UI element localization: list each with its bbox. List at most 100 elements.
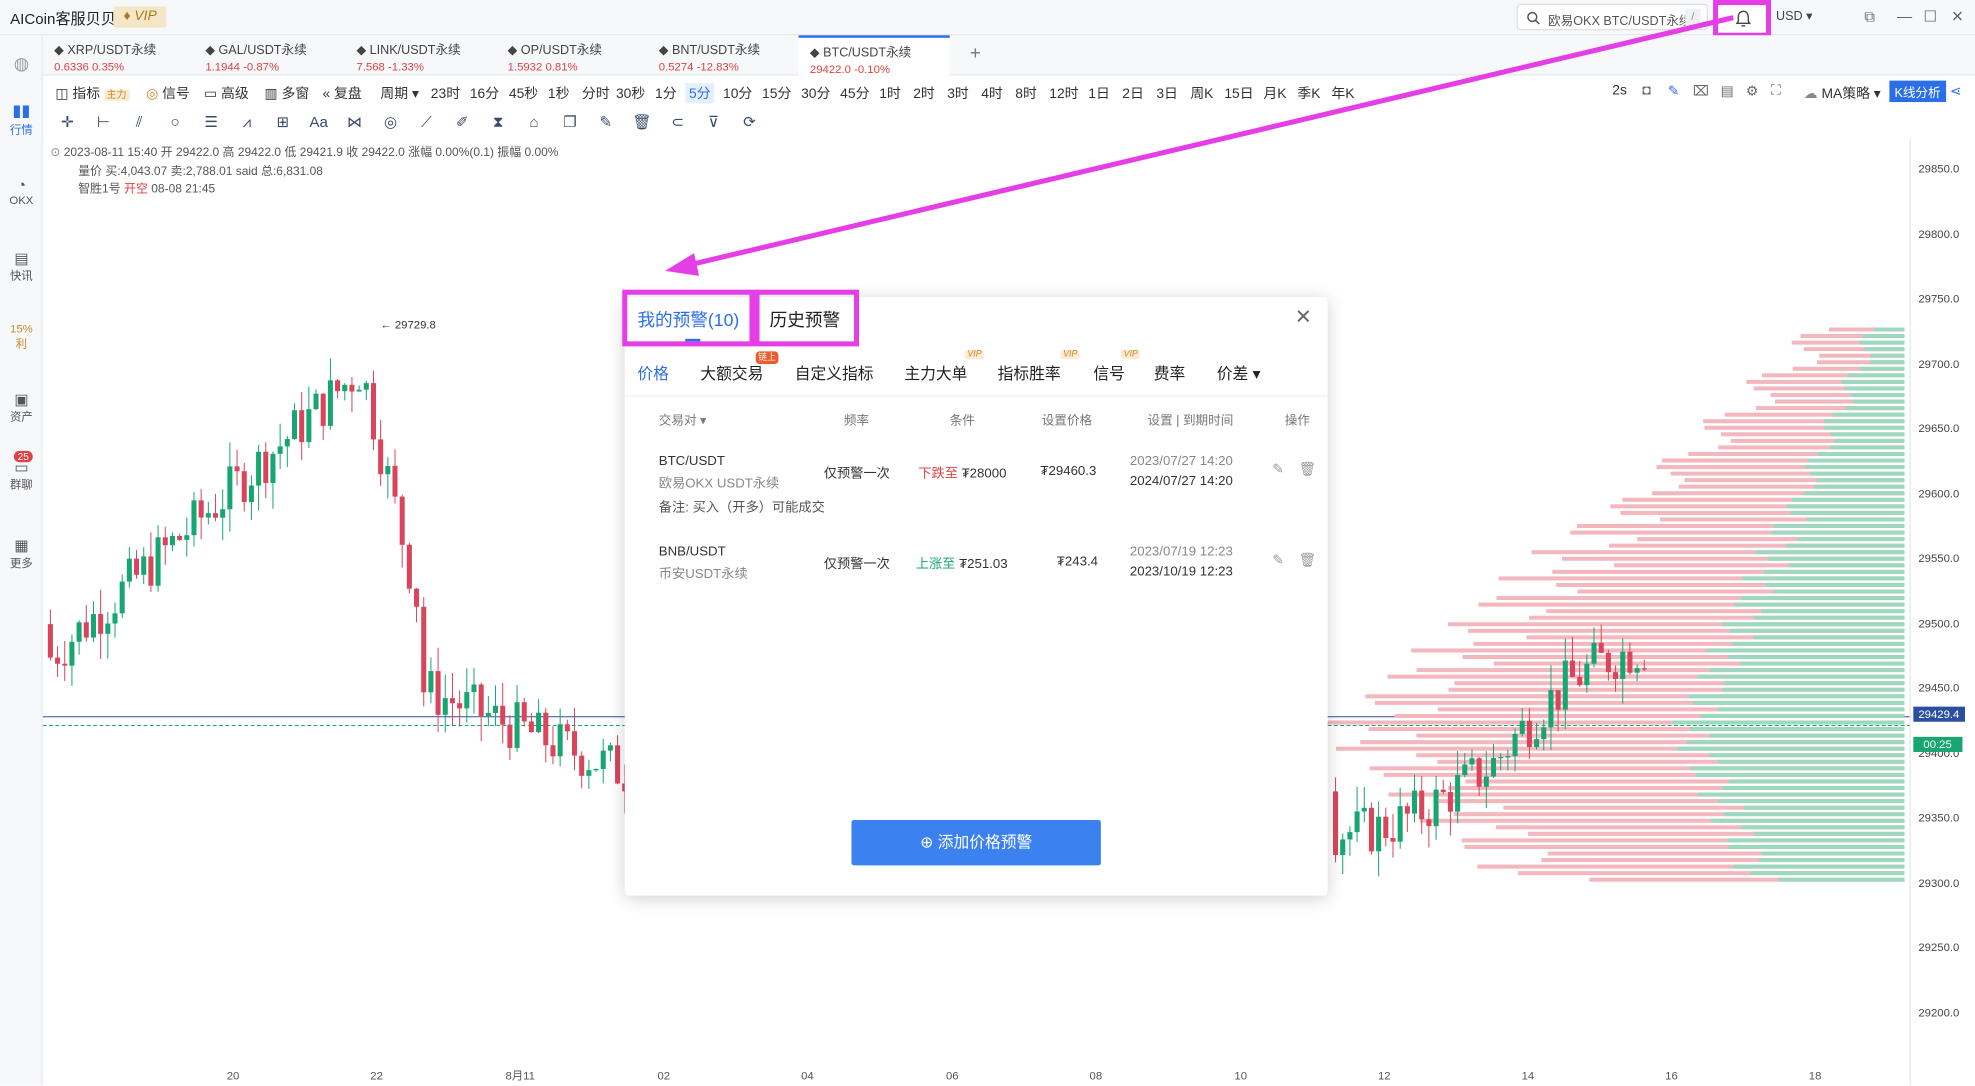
interval-option[interactable]: 周K: [1190, 83, 1213, 103]
symbol-tab[interactable]: ◆ BNT/USDT永续 0.5274 -12.83%: [647, 35, 798, 75]
search-input[interactable]: 欧易OKX BTC/USDT永续 /: [1516, 3, 1709, 31]
interval-option[interactable]: 8时: [1015, 83, 1037, 103]
fullscreen-icon[interactable]: ⛶: [1771, 83, 1781, 99]
sync-icon[interactable]: ⟳: [740, 113, 759, 132]
circle-icon[interactable]: ○: [166, 113, 185, 132]
measure-icon[interactable]: ⊞: [273, 113, 292, 132]
window-layout-icon[interactable]: ⧉: [1864, 8, 1875, 27]
interval-option[interactable]: 1秒: [548, 83, 570, 103]
interval-option[interactable]: 45秒: [509, 83, 538, 103]
interval-option[interactable]: 12时: [1049, 83, 1078, 103]
replay-button[interactable]: « 复盘: [322, 83, 361, 103]
delete-icon[interactable]: 🗑: [1299, 552, 1317, 568]
sidebar-item-more[interactable]: ▦ 更多: [0, 537, 43, 571]
trend-line-icon[interactable]: ⫽: [130, 113, 149, 132]
sidebar-item-assets[interactable]: ▣ 资产: [0, 390, 43, 424]
subtab-main-force[interactable]: 主力大单 VIP: [904, 350, 985, 384]
sidebar-item-okx[interactable]: ◔ OKX: [0, 176, 43, 206]
delete-icon[interactable]: 🗑: [1299, 461, 1317, 477]
close-icon[interactable]: ✕: [1295, 305, 1312, 330]
trash-icon[interactable]: 🗑: [632, 113, 651, 132]
ruler-icon[interactable]: ⟋: [417, 113, 436, 132]
collapse-icon[interactable]: ⊙: [50, 146, 60, 160]
edit-icon[interactable]: ✎: [1272, 552, 1284, 568]
ma-strategy-button[interactable]: ☁ MA策略 ▾: [1804, 83, 1881, 103]
add-tab-button[interactable]: +: [970, 43, 981, 64]
text-tool-icon[interactable]: Aa: [309, 113, 328, 132]
subtab-win-rate[interactable]: 指标胜率 VIP: [998, 350, 1080, 384]
interval-option[interactable]: 2时: [913, 83, 935, 103]
sidebar-item-percent[interactable]: 15% 利: [0, 322, 43, 351]
add-price-alert-button[interactable]: ⊕ 添加价格预警: [851, 819, 1101, 866]
refresh-rate[interactable]: 2s: [1612, 83, 1627, 98]
indicator-button[interactable]: ◫ 指标 主力: [55, 83, 130, 103]
layers-icon[interactable]: ▤: [1721, 83, 1734, 99]
lock-icon[interactable]: ⌂: [525, 113, 544, 132]
tab-history-alerts[interactable]: 历史预警: [754, 289, 860, 347]
minimize-icon[interactable]: —: [1897, 8, 1912, 26]
interval-option[interactable]: 月K: [1263, 83, 1286, 103]
currency-select[interactable]: USD ▾: [1776, 10, 1812, 24]
interval-option[interactable]: 23时: [431, 83, 460, 103]
coin-icon[interactable]: ◎: [381, 113, 400, 132]
globe-icon[interactable]: ◍: [0, 53, 43, 74]
interval-option[interactable]: 30秒: [616, 83, 645, 103]
interval-option[interactable]: 3日: [1156, 83, 1178, 103]
advanced-button[interactable]: ▭ 高级: [204, 83, 249, 103]
subtab-spread[interactable]: 价差 ▾: [1217, 360, 1261, 384]
camera-icon[interactable]: ◘: [1643, 83, 1651, 98]
wave-icon[interactable]: ⩘: [237, 113, 256, 132]
interval-option[interactable]: 10分: [723, 83, 752, 103]
alert-bell-button[interactable]: [1713, 0, 1771, 38]
sidebar-item-news[interactable]: ▤ 快讯: [0, 249, 43, 283]
interval-option[interactable]: 3时: [947, 83, 969, 103]
parallel-lines-icon[interactable]: ☰: [202, 113, 221, 132]
header-pair[interactable]: 交易对 ▾: [659, 409, 707, 428]
signal-button[interactable]: ◎ 信号: [146, 83, 190, 103]
interval-option[interactable]: 30分: [801, 83, 830, 103]
vip-badge[interactable]: ♦ VIP: [113, 6, 167, 28]
maximize-icon[interactable]: ☐: [1923, 8, 1937, 26]
close-window-icon[interactable]: ✕: [1951, 8, 1964, 26]
interval-option[interactable]: 分时: [582, 83, 610, 103]
subtab-signal[interactable]: 信号 VIP: [1093, 350, 1141, 384]
symbol-tab[interactable]: ◆ LINK/USDT永续 7.568 -1.33%: [345, 35, 496, 75]
interval-option[interactable]: 15日: [1224, 83, 1253, 103]
interval-option[interactable]: 45分: [840, 83, 869, 103]
gear-icon[interactable]: ⚙: [1746, 83, 1758, 99]
copy-icon[interactable]: ❐: [561, 113, 580, 132]
subtab-large-trade[interactable]: 大额交易 链上: [700, 351, 779, 384]
kline-analysis-button[interactable]: K线分析: [1889, 80, 1946, 103]
magnet-icon[interactable]: ⊂: [668, 113, 687, 132]
share-icon[interactable]: ⋖: [1950, 83, 1962, 99]
interval-option[interactable]: 4时: [981, 83, 1003, 103]
filter-icon[interactable]: ⊽: [704, 113, 723, 132]
interval-option[interactable]: 5分: [685, 83, 715, 104]
interval-option[interactable]: 16分: [470, 83, 499, 103]
symbol-tab[interactable]: ◆ GAL/USDT永续 1.1944 -0.87%: [194, 35, 345, 75]
horizontal-line-icon[interactable]: ⊢: [94, 113, 113, 132]
crosshair-icon[interactable]: ✛: [58, 113, 77, 132]
period-select[interactable]: 周期 ▾: [380, 83, 419, 103]
interval-option[interactable]: 1时: [879, 83, 901, 103]
note-icon[interactable]: ✎: [596, 113, 615, 132]
edit-icon[interactable]: ✎: [1272, 461, 1284, 477]
sidebar-item-chat[interactable]: ▭ 群聊 25: [0, 450, 43, 492]
interval-option[interactable]: 年K: [1331, 83, 1354, 103]
interval-option[interactable]: 2日: [1122, 83, 1144, 103]
subtab-funding-rate[interactable]: 费率: [1154, 360, 1186, 384]
pattern-icon[interactable]: ⧗: [489, 113, 508, 132]
subtab-custom-indicator[interactable]: 自定义指标: [795, 360, 874, 384]
interval-option[interactable]: 1日: [1088, 83, 1110, 103]
fib-icon[interactable]: ⋈: [345, 113, 364, 132]
interval-option[interactable]: 15分: [762, 83, 791, 103]
draw-settings-icon[interactable]: ⌧: [1693, 83, 1709, 99]
sidebar-item-market[interactable]: ▮▮ 行情: [0, 101, 43, 138]
interval-option[interactable]: 1分: [655, 83, 677, 103]
brush-icon[interactable]: ✐: [453, 113, 472, 132]
symbol-tab[interactable]: ◆ OP/USDT永续 1.5932 0.81%: [496, 35, 647, 75]
interval-option[interactable]: 季K: [1297, 83, 1320, 103]
multi-window-button[interactable]: ▥ 多窗: [265, 83, 310, 103]
pen-icon[interactable]: ✎: [1668, 83, 1680, 99]
subtab-price[interactable]: 价格: [637, 360, 669, 384]
